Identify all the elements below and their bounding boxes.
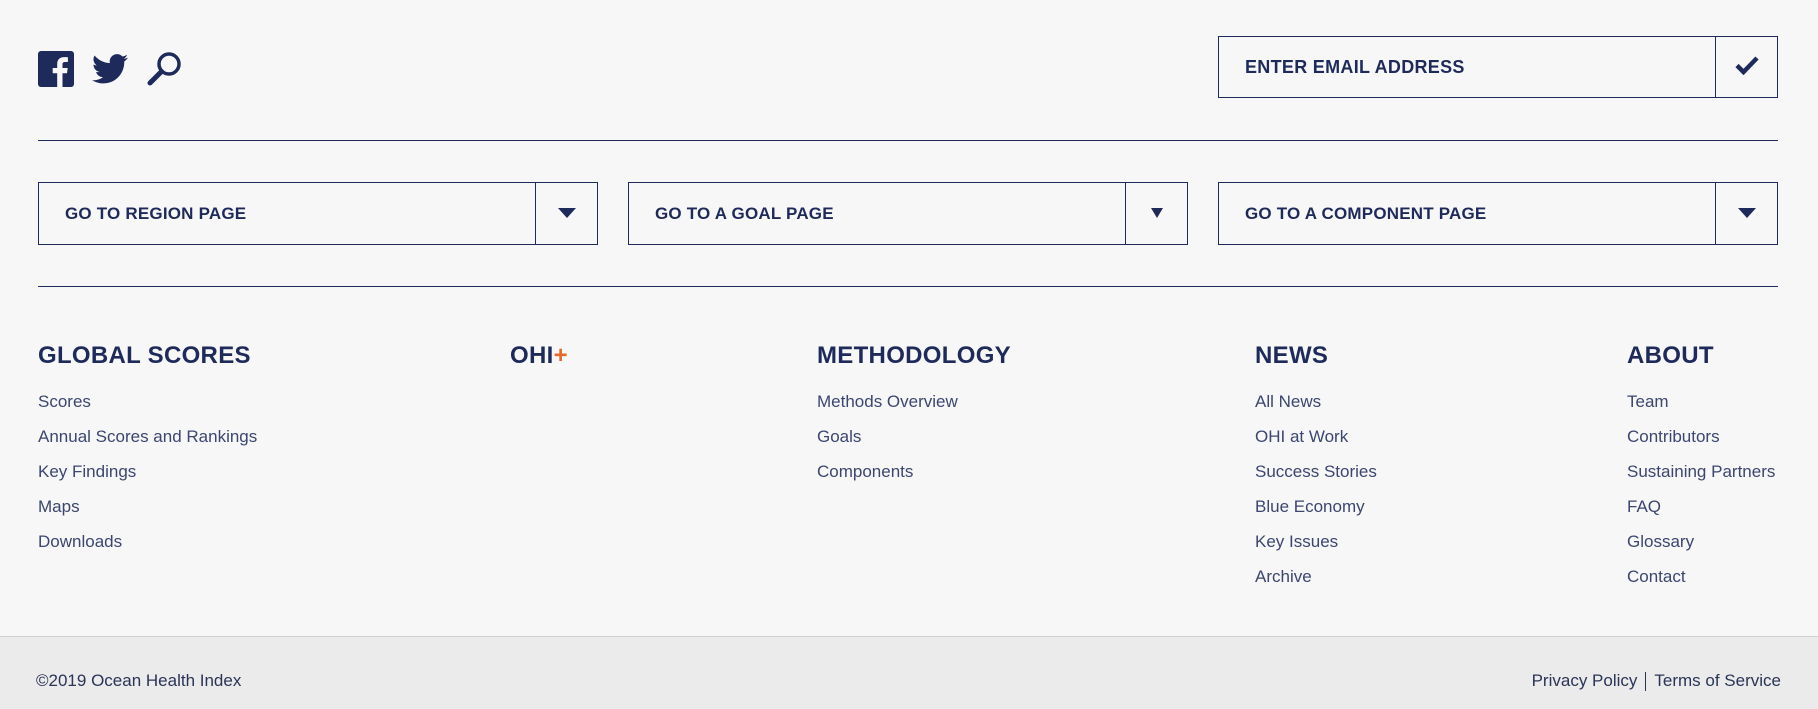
plus-icon: + <box>553 342 568 369</box>
footer-column-methodology: METHODOLOGY Methods Overview Goals Compo… <box>817 340 1011 489</box>
footer-link[interactable]: Blue Economy <box>1255 489 1377 524</box>
twitter-icon[interactable] <box>92 54 128 89</box>
footer-link[interactable]: Sustaining Partners <box>1627 454 1775 489</box>
footer-bottom-bar: ©2019 Ocean Health Index Privacy Policy … <box>0 636 1818 709</box>
triangle-down-icon <box>1150 205 1163 223</box>
column-title[interactable]: NEWS <box>1255 340 1377 372</box>
component-page-dropdown[interactable]: GO TO A COMPONENT PAGE <box>1218 182 1778 245</box>
column-title[interactable]: OHI+ <box>510 340 568 372</box>
column-title-text: OHI <box>510 342 554 369</box>
footer-link[interactable]: Goals <box>817 419 1011 454</box>
dropdown-label: GO TO REGION PAGE <box>65 203 247 223</box>
triangle-down-icon <box>1737 205 1756 223</box>
privacy-policy-link[interactable]: Privacy Policy <box>1532 671 1638 691</box>
footer-column-ohi-plus: OHI+ <box>510 340 568 384</box>
footer-link[interactable]: All News <box>1255 384 1377 419</box>
footer-link[interactable]: Maps <box>38 489 257 524</box>
footer-link[interactable]: Annual Scores and Rankings <box>38 419 257 454</box>
email-input[interactable] <box>1219 37 1715 97</box>
newsletter-form <box>1218 36 1778 98</box>
triangle-down-icon <box>557 205 576 223</box>
email-submit-button[interactable] <box>1715 37 1777 97</box>
footer-link[interactable]: Contributors <box>1627 419 1775 454</box>
footer-link[interactable]: Components <box>817 454 1011 489</box>
footer-link[interactable]: Glossary <box>1627 524 1775 559</box>
dropdown-toggle[interactable] <box>535 183 597 244</box>
goal-page-dropdown[interactable]: GO TO A GOAL PAGE <box>628 182 1188 245</box>
footer-link[interactable]: Methods Overview <box>817 384 1011 419</box>
footer-link[interactable]: Key Issues <box>1255 524 1377 559</box>
footer-link[interactable]: Team <box>1627 384 1775 419</box>
footer-link[interactable]: Success Stories <box>1255 454 1377 489</box>
footer-link[interactable]: Contact <box>1627 559 1775 594</box>
footer-link[interactable]: Scores <box>38 384 257 419</box>
divider <box>38 286 1778 287</box>
footer-link[interactable]: FAQ <box>1627 489 1775 524</box>
legal-links: Privacy Policy Terms of Service <box>1532 671 1781 691</box>
dropdown-toggle[interactable] <box>1715 183 1777 244</box>
divider <box>38 140 1778 141</box>
facebook-icon[interactable] <box>38 51 74 92</box>
column-title[interactable]: METHODOLOGY <box>817 340 1011 372</box>
site-footer: GO TO REGION PAGE GO TO A GOAL PAGE GO T… <box>0 0 1818 636</box>
social-links <box>38 50 184 93</box>
copyright-text: ©2019 Ocean Health Index <box>36 671 242 690</box>
separator <box>1645 671 1647 691</box>
search-icon[interactable] <box>146 50 184 93</box>
dropdown-label: GO TO A COMPONENT PAGE <box>1245 203 1487 223</box>
footer-link[interactable]: Key Findings <box>38 454 257 489</box>
footer-link[interactable]: Archive <box>1255 559 1377 594</box>
footer-link[interactable]: Downloads <box>38 524 257 559</box>
dropdown-label: GO TO A GOAL PAGE <box>655 203 834 223</box>
footer-column-about: ABOUT Team Contributors Sustaining Partn… <box>1627 340 1775 594</box>
dropdown-toggle[interactable] <box>1125 183 1187 244</box>
footer-column-news: NEWS All News OHI at Work Success Storie… <box>1255 340 1377 594</box>
column-title[interactable]: GLOBAL SCORES <box>38 340 257 372</box>
terms-of-service-link[interactable]: Terms of Service <box>1654 671 1781 691</box>
region-page-dropdown[interactable]: GO TO REGION PAGE <box>38 182 598 245</box>
footer-column-global-scores: GLOBAL SCORES Scores Annual Scores and R… <box>38 340 257 559</box>
checkmark-icon <box>1734 55 1759 80</box>
footer-link[interactable]: OHI at Work <box>1255 419 1377 454</box>
column-title[interactable]: ABOUT <box>1627 340 1775 372</box>
